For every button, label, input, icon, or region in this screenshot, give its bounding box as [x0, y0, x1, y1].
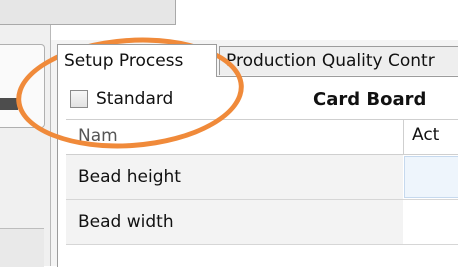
column-divider: [403, 120, 404, 154]
table-row[interactable]: Bead height: [66, 155, 458, 200]
tab-production-quality-control[interactable]: Production Quality Contr: [219, 46, 458, 75]
row-label-bead-height: Bead height: [66, 155, 403, 199]
tab-content: Standard Card Board Nam Act Bead height …: [57, 76, 458, 267]
standard-checkbox-row[interactable]: Standard: [70, 87, 173, 111]
bead-height-value-cell[interactable]: [404, 156, 458, 198]
left-panel-handle[interactable]: [0, 98, 18, 110]
tab-setup-process[interactable]: Setup Process: [57, 44, 217, 77]
row-label-bead-width: Bead width: [66, 200, 403, 244]
standard-checkbox[interactable]: [70, 90, 88, 108]
column-header-act[interactable]: Act: [412, 125, 439, 145]
left-panel-button[interactable]: [0, 44, 45, 128]
grid-header: Nam Act: [66, 119, 458, 155]
column-header-name[interactable]: Nam: [78, 126, 118, 146]
table-row[interactable]: Bead width: [66, 200, 458, 245]
top-toolbar-strip: [0, 0, 176, 25]
standard-checkbox-label: Standard: [96, 89, 174, 109]
parameter-grid: Nam Act Bead height Bead width: [66, 119, 458, 245]
material-title: Card Board: [313, 89, 427, 110]
bead-width-value-cell[interactable]: [404, 200, 458, 244]
tab-strip: Setup Process Production Quality Contr: [57, 44, 458, 77]
left-side-panel: [0, 0, 51, 267]
main-panel: Setup Process Production Quality Contr S…: [51, 40, 458, 267]
left-panel-lower-box: [0, 228, 44, 267]
